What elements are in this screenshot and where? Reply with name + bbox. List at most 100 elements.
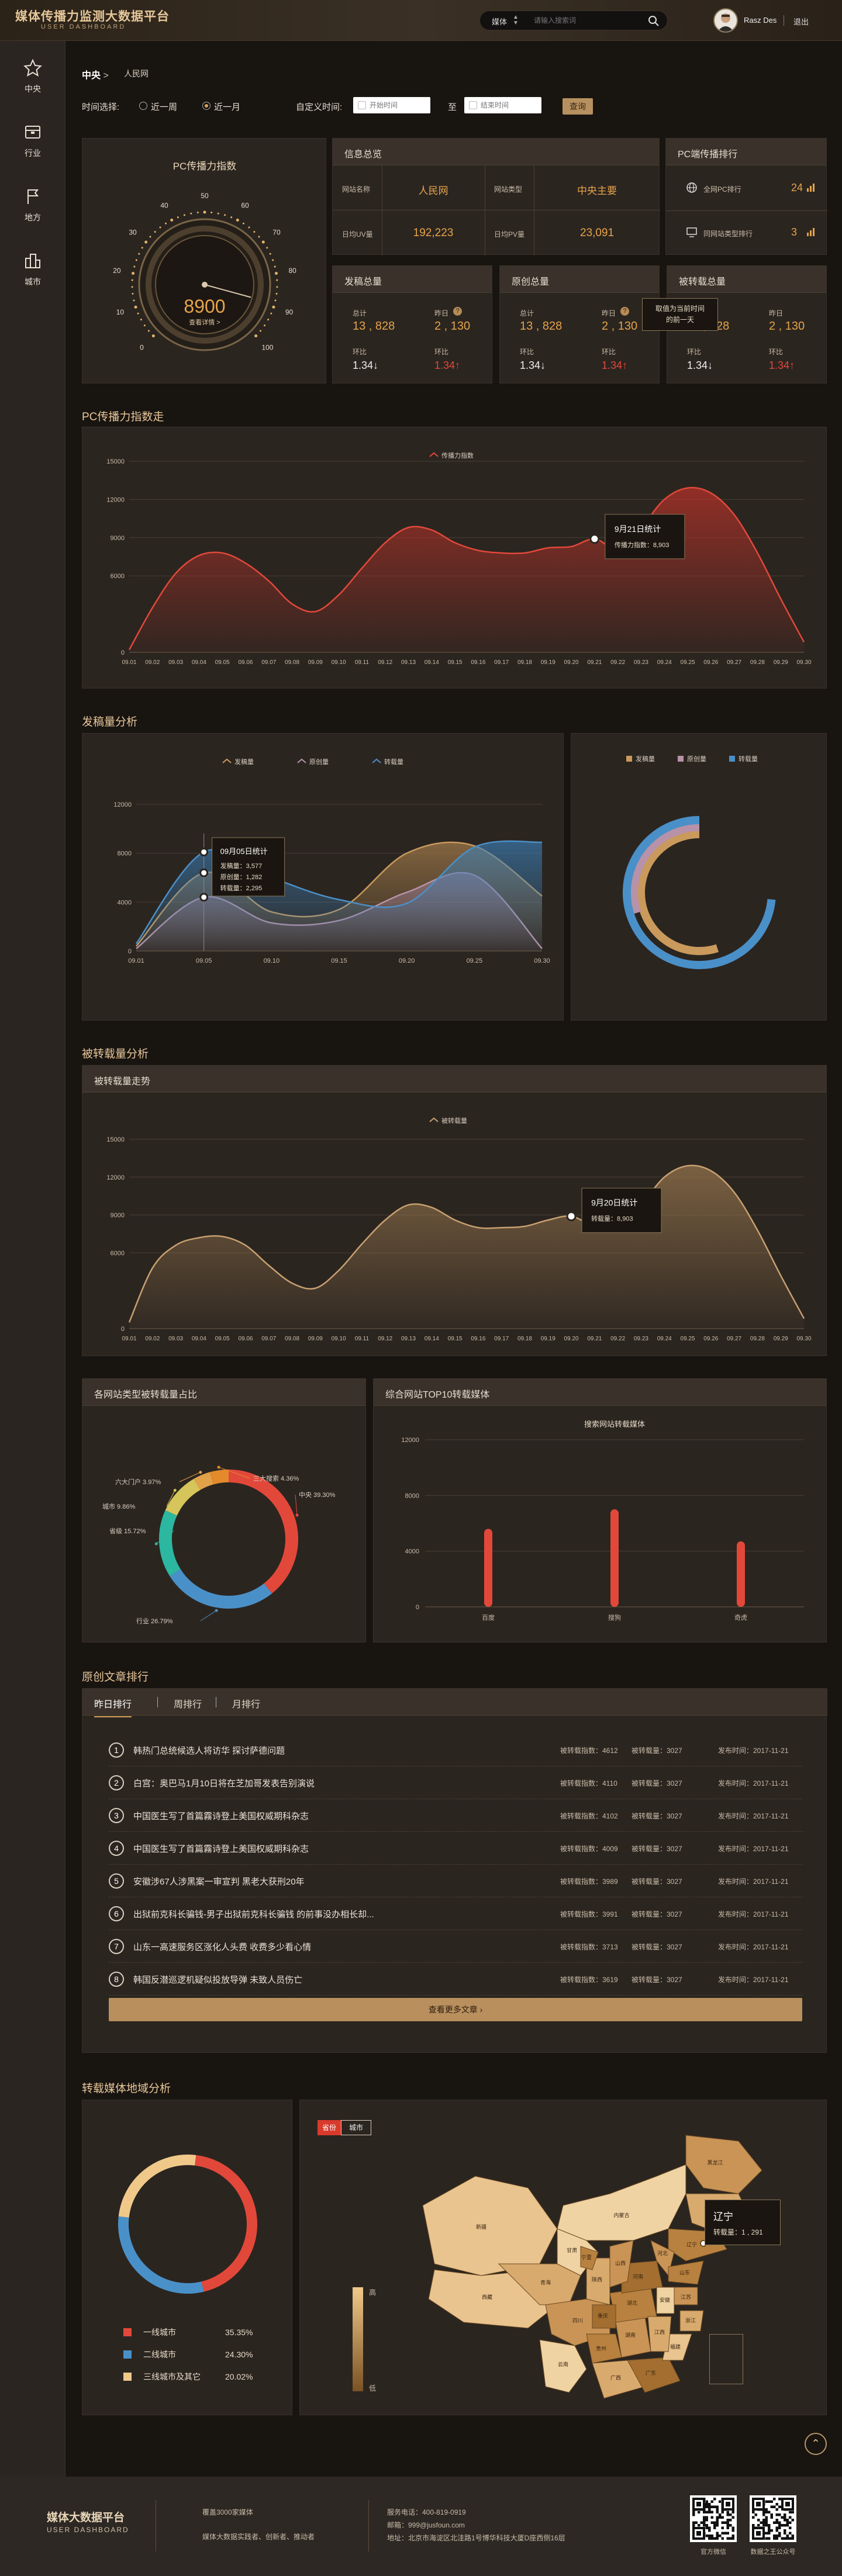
panel-header: 信息总览: [333, 139, 659, 165]
list-item[interactable]: 3 中国医生写了首篇霧诗登上美国权威期科杂志 被转载指数：4102 被转载量：3…: [109, 1799, 802, 1832]
site-type-value: 中央主要: [577, 185, 617, 196]
list-item[interactable]: 8 韩国反潜巡逻机疑似投放导弹 未致人员伤亡 被转载指数：3619 被转载量：3…: [109, 1963, 802, 1996]
x-tick-label: 09.25: [681, 1336, 695, 1342]
leader-dot: [215, 1609, 218, 1612]
end-date-input[interactable]: [481, 100, 539, 110]
help-icon[interactable]: ?: [620, 307, 629, 316]
user-name[interactable]: Rasz Des: [744, 16, 777, 25]
tab-yesterday[interactable]: 昨日排行: [94, 1696, 132, 1717]
end-date-field[interactable]: [464, 97, 541, 113]
start-date-field[interactable]: [353, 97, 430, 113]
qr-module: [786, 2534, 789, 2537]
radio-week[interactable]: [139, 102, 147, 110]
x-tick-label: 奇虎: [734, 1614, 747, 1621]
tab-week[interactable]: 周排行: [174, 1696, 202, 1710]
bar: [610, 1509, 619, 1607]
list-item[interactable]: 4 中国医生写了首篇霧诗登上美国权威期科杂志 被转载指数：4009 被转载量：3…: [109, 1832, 802, 1865]
search-category-select[interactable]: 媒体: [492, 16, 507, 27]
x-tick-label: 09.15: [331, 957, 347, 964]
legend-marker: [429, 1117, 439, 1122]
province-label: 福建: [670, 2343, 681, 2350]
qr-module: [716, 2511, 719, 2513]
tab-city[interactable]: 城市: [341, 2120, 371, 2135]
geo-ring-panel: 一线城市 35.35% 二线城市 24.30% 三线城市及其它 20.02%: [82, 2100, 292, 2415]
article-title[interactable]: 中国医生写了首篇霧诗登上美国权威期科杂志: [133, 1810, 578, 1822]
gauge-tick: [151, 334, 155, 338]
reprint-trend-chart[interactable]: 0 6000 9000 12000 15000 09.01 09.02 09.03 09.04 0…: [82, 1092, 827, 1356]
x-tick-label: 09.11: [355, 659, 370, 666]
panel-header: 综合网站TOP10转载媒体: [374, 1379, 826, 1406]
qr-module: [705, 2526, 708, 2529]
section-title-original: 原创文章排行: [82, 1671, 149, 1683]
province-label: 湖北: [627, 2300, 637, 2306]
tab-province[interactable]: 省份: [318, 2120, 341, 2135]
radio-week-label[interactable]: 近一周: [151, 101, 177, 113]
start-date-input[interactable]: [370, 100, 428, 110]
qr-module: [700, 2521, 703, 2524]
qr-module: [698, 2524, 700, 2527]
query-button[interactable]: 查询: [563, 98, 593, 115]
x-tick-label: 09.02: [145, 1336, 160, 1342]
help-icon[interactable]: ?: [453, 307, 462, 316]
donut-slice: [209, 1469, 229, 1485]
article-title[interactable]: 韩热门总统候选人将访华 探讨萨德问题: [133, 1744, 578, 1756]
qr-module: [784, 2516, 786, 2519]
top10-panel: 综合网站TOP10转载媒体 搜索网站转载媒体 0 4000 8000 12000 百度 搜狗…: [373, 1378, 827, 1643]
article-title[interactable]: 山东一高速服务区涨化人头费 收费多少看心情: [133, 1941, 578, 1953]
tooltip-title: 9月21日统计: [615, 524, 661, 534]
donut-slice: [194, 1472, 214, 1491]
posting-ring-chart[interactable]: 发稿量 原创量 转载量: [571, 734, 827, 1021]
x-tick-label: 09.28: [750, 1336, 765, 1342]
article-title[interactable]: 白宫：奥巴马1月10日将在芝加哥发表告别演说: [133, 1777, 578, 1789]
back-to-top-button[interactable]: ⌃: [805, 2433, 827, 2455]
speed-gauge[interactable]: 0 10 20 30 40 50 60 70 80 90 100 8900 查看详情 >: [105, 185, 304, 372]
chart-title: 搜索网站转载媒体: [584, 1420, 645, 1429]
chevron-updown-icon[interactable]: ▲ ▼: [513, 15, 519, 26]
gauge-tick: [274, 272, 278, 275]
logout-link[interactable]: 退出: [793, 16, 809, 27]
tab-month[interactable]: 月排行: [232, 1696, 260, 1710]
qr-module: [708, 2505, 711, 2508]
qr-module: [724, 2521, 727, 2524]
article-title[interactable]: 出狱前克科长骗钱-男子出狱前克科长骗钱 的前事没办相长却...: [133, 1908, 578, 1920]
qr-module: [775, 2508, 778, 2511]
list-item[interactable]: 5 安徽涉67人涉黑案一审宣判 黑老大获刑20年 被转载指数：3989 被转载量…: [109, 1865, 802, 1897]
list-item[interactable]: 1 韩热门总统候选人将访华 探讨萨德问题 被转载指数：4612 被转载量：302…: [109, 1734, 802, 1766]
qr-module: [784, 2519, 786, 2522]
gauge-tick: [133, 299, 135, 302]
y-tick-label: 12000: [401, 1437, 419, 1444]
breadcrumb-root[interactable]: 中央 >: [82, 67, 109, 81]
list-item[interactable]: 2 白宫：奥巴马1月10日将在芝加哥发表告别演说 被转载指数：4110 被转载量…: [109, 1766, 802, 1799]
posting-chart[interactable]: 0 4000 8000 12000 09.01 09.05 09.10 09.15 09.20 0…: [82, 734, 564, 1021]
series-area: [129, 487, 804, 652]
qr-module: [726, 2537, 729, 2540]
article-title[interactable]: 韩国反潜巡逻机疑似投放导弹 未致人员伤亡: [133, 1973, 578, 1986]
search-input[interactable]: [534, 15, 633, 26]
sidebar-item-industry[interactable]: 行业: [0, 111, 65, 165]
article-title[interactable]: 安徽涉67人涉黑案一审宣判 黑老大获刑20年: [133, 1875, 578, 1887]
avatar[interactable]: [713, 8, 738, 33]
list-item[interactable]: 7 山东一高速服务区涨化人头费 收费多少看心情 被转载指数：3713 被转载量：…: [109, 1930, 802, 1963]
gauge-tick: [143, 324, 146, 327]
x-tick-label: 09.03: [168, 659, 183, 666]
qr-module: [789, 2532, 792, 2534]
sidebar-item-city[interactable]: 城市: [0, 240, 65, 293]
panel-header: 原创总量: [500, 266, 659, 293]
sidebar-item-local[interactable]: 地方: [0, 175, 65, 229]
qr-finder: [696, 2502, 701, 2506]
ring-label: 环比: [520, 348, 534, 356]
more-articles-button[interactable]: 查看更多文章 ›: [109, 1998, 802, 2021]
geo-ring-chart[interactable]: 一线城市 35.35% 二线城市 24.30% 三线城市及其它 20.02%: [82, 2100, 293, 2416]
x-tick-label: 09.13: [401, 1336, 416, 1342]
chart-legend: 传播力指数: [429, 451, 474, 459]
list-item[interactable]: 6 出狱前克科长骗钱-男子出狱前克科长骗钱 的前事没办相长却... 被转载指数：…: [109, 1897, 802, 1930]
y-tick-label: 0: [128, 948, 132, 955]
article-title[interactable]: 中国医生写了首篇霧诗登上美国权威期科杂志: [133, 1842, 578, 1855]
site-type-pie[interactable]: 中央 39.30% 行业 26.79% 省级 15.72% 城市 9.86% 六大门户 …: [82, 1406, 367, 1643]
pc-trend-chart[interactable]: 0 6000 9000 12000 15000 09.01 09.02 09.03 09.04 0…: [82, 427, 827, 689]
radio-month-label[interactable]: 近一月: [214, 101, 240, 113]
top10-bar-chart[interactable]: 搜索网站转载媒体 0 4000 8000 12000 百度 搜狗 奇虎: [374, 1406, 827, 1643]
radio-month[interactable]: [202, 102, 210, 110]
sidebar-item-central[interactable]: 中央: [0, 47, 65, 101]
search-icon[interactable]: [647, 15, 660, 27]
